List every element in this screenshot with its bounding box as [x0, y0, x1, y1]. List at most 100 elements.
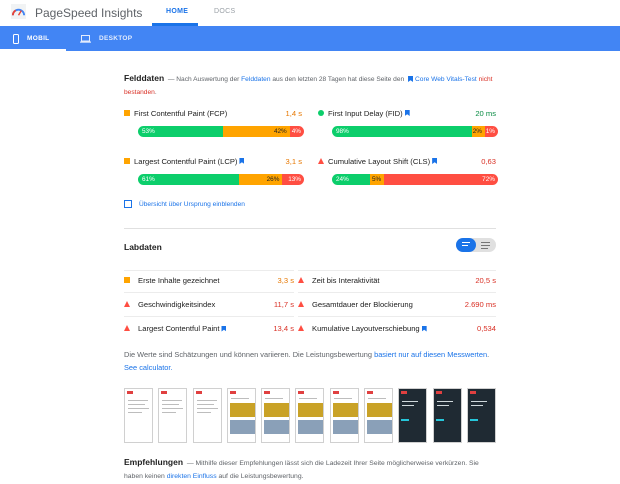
metric-lcp: Largest Contentful Paint (LCP) 3,1 s — [124, 155, 302, 167]
recommendations-intro: Empfehlungen — Mithilfe dieser Empfehlun… — [124, 456, 496, 483]
filmstrip-frame — [226, 388, 256, 443]
bookmark-icon — [221, 325, 227, 332]
lab-metric-cls: Kumulative Layoutverschiebung 0,534 — [298, 324, 496, 333]
filmstrip-frame — [124, 388, 153, 443]
nav-tab-docs[interactable]: DOCS — [214, 8, 235, 15]
metric-value: 0,63 — [481, 156, 496, 166]
filmstrip-frame — [364, 388, 394, 443]
poor-triangle-icon — [298, 277, 304, 283]
metric-label: Largest Contentful Paint — [138, 324, 220, 333]
divider — [124, 292, 294, 293]
intro-text: aus den letzten 28 Tagen hat diese Seite… — [272, 76, 405, 83]
dist-good: 98% — [332, 126, 473, 137]
distribution-bar-lcp: 61% 26% 13% — [138, 174, 304, 185]
tab-mobil-label: MOBIL — [27, 35, 50, 42]
bookmark-icon — [432, 158, 438, 164]
average-square-icon — [124, 157, 130, 164]
average-square-icon — [124, 109, 130, 116]
tab-desktop-label: DESKTOP — [99, 35, 133, 42]
metric-label: Largest Contentful Paint (LCP) — [134, 156, 238, 166]
metric-label: Zeit bis Interaktivität — [312, 276, 380, 285]
filmstrip-frame — [329, 388, 359, 443]
lab-metric-tbt: Gesamtdauer der Blockierung 2.690 ms — [298, 300, 496, 309]
core-web-vitals-link[interactable]: Core Web Vitals-Test — [415, 76, 477, 83]
metric-label: Gesamtdauer der Blockierung — [312, 300, 413, 309]
average-square-icon — [124, 277, 130, 283]
direct-influence-link[interactable]: direkten Einfluss — [167, 473, 217, 480]
top-header: PageSpeed Insights HOME DOCS — [0, 0, 620, 26]
tab-desktop[interactable]: DESKTOP — [80, 26, 132, 51]
bookmark-icon — [239, 158, 245, 164]
divider — [298, 316, 496, 317]
filmstrip-frame — [398, 388, 428, 443]
device-tab-bar: MOBIL DESKTOP — [0, 26, 620, 51]
metric-value: 13,4 s — [273, 324, 294, 333]
metrics-basis-link[interactable]: basiert nur auf diesen Messwerten — [374, 350, 487, 359]
field-data-link[interactable]: Felddaten — [241, 76, 270, 83]
poor-triangle-icon — [124, 301, 130, 307]
metric-value: 1,4 s — [285, 108, 302, 118]
metric-fid: First Input Delay (FID) 20 ms — [318, 107, 496, 119]
lab-metric-fcp: Erste Inhalte gezeichnet 3,3 s — [124, 276, 294, 285]
field-data-title: Felddaten — [124, 73, 165, 83]
dist-good: 61% — [138, 174, 240, 185]
poor-triangle-icon — [318, 157, 324, 164]
dist-average: 5% — [369, 174, 385, 185]
dist-good: 53% — [138, 126, 223, 137]
note-sep: . — [487, 350, 490, 359]
filmstrip-frame — [261, 388, 291, 443]
detail-view-icon[interactable] — [481, 242, 490, 251]
metric-value: 11,7 s — [273, 300, 294, 309]
metric-fcp: First Contentful Paint (FCP) 1,4 s — [124, 107, 302, 119]
metric-value: 20,5 s — [475, 276, 496, 285]
nav-tab-home[interactable]: HOME — [166, 8, 188, 15]
metric-cls: Cumulative Layout Shift (CLS) 0,63 — [318, 155, 496, 167]
metric-label: Erste Inhalte gezeichnet — [138, 276, 220, 285]
checkbox-icon[interactable] — [124, 200, 132, 208]
metric-value: 2.690 ms — [464, 300, 496, 309]
good-circle-icon — [318, 109, 324, 116]
metric-label: Cumulative Layout Shift (CLS) — [328, 156, 431, 166]
metric-label: First Input Delay (FID) — [328, 108, 403, 118]
origin-summary-label: Übersicht über Ursprung einblenden — [139, 200, 245, 208]
pagespeed-logo-icon[interactable] — [11, 4, 26, 19]
recommendations-title: Empfehlungen — [124, 457, 184, 467]
filmstrip-frame — [466, 388, 496, 443]
note-text: Die Werte sind Schätzungen und können va… — [124, 350, 373, 359]
dist-average: 2% — [472, 126, 485, 137]
calculator-link[interactable]: See calculator. — [124, 363, 172, 372]
filmstrip-frame — [192, 388, 222, 443]
view-toggle[interactable] — [456, 238, 496, 252]
filmstrip-frame — [158, 388, 188, 443]
dist-good: 24% — [332, 174, 370, 185]
tab-mobil[interactable]: MOBIL — [13, 26, 49, 51]
metric-label: Geschwindigkeitsindex — [138, 300, 216, 309]
dist-average: 42% — [222, 126, 290, 137]
mobil-tab-indicator — [0, 49, 66, 51]
laptop-icon — [80, 34, 91, 43]
dist-poor: 13% — [282, 174, 304, 185]
distribution-bar-fid: 98% 2% 1% — [332, 126, 498, 137]
lab-metric-lcp: Largest Contentful Paint 13,4 s — [124, 324, 294, 333]
lab-data-title: Labdaten — [124, 242, 162, 252]
lab-metric-speed-index: Geschwindigkeitsindex 11,7 s — [124, 300, 294, 309]
dist-poor: 72% — [384, 174, 498, 185]
filmstrip — [124, 388, 496, 444]
view-toggle-list-button[interactable] — [456, 238, 476, 252]
intro-text: Nach Auswertung der — [176, 76, 240, 83]
poor-triangle-icon — [298, 325, 304, 331]
divider — [124, 270, 294, 271]
filmstrip-frame — [432, 388, 462, 443]
dist-poor: 4% — [289, 126, 304, 137]
bookmark-icon — [421, 325, 427, 332]
metric-value: 3,1 s — [285, 156, 302, 166]
phone-icon — [13, 33, 19, 44]
poor-triangle-icon — [124, 325, 130, 331]
origin-summary-toggle[interactable]: Übersicht über Ursprung einblenden — [124, 200, 245, 208]
distribution-bar-fcp: 53% 42% 4% — [138, 126, 304, 137]
list-view-icon — [462, 242, 470, 248]
dash: — — [167, 76, 175, 83]
app-title: PageSpeed Insights — [35, 6, 143, 20]
bookmark-icon — [404, 110, 410, 116]
metric-value: 3,3 s — [277, 276, 294, 285]
